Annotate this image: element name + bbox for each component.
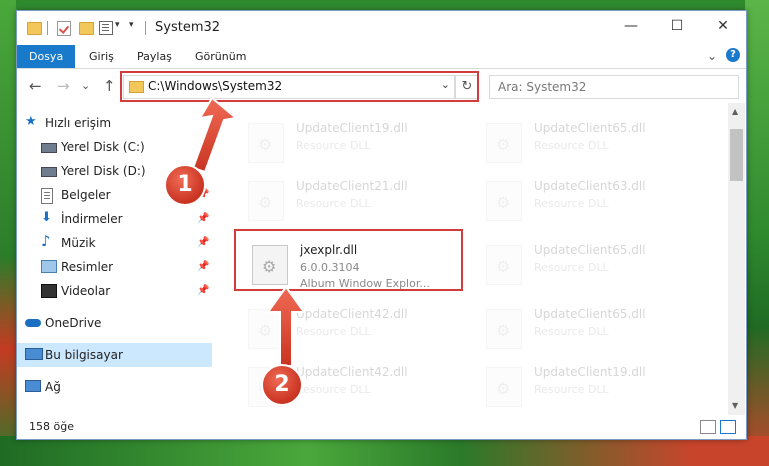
step-1-badge: 1 [164, 164, 206, 206]
arrow-1-icon [191, 96, 239, 174]
step-2-badge: 2 [261, 364, 303, 406]
annotation-arrows [191, 96, 306, 367]
arrow-2-icon [266, 285, 306, 367]
